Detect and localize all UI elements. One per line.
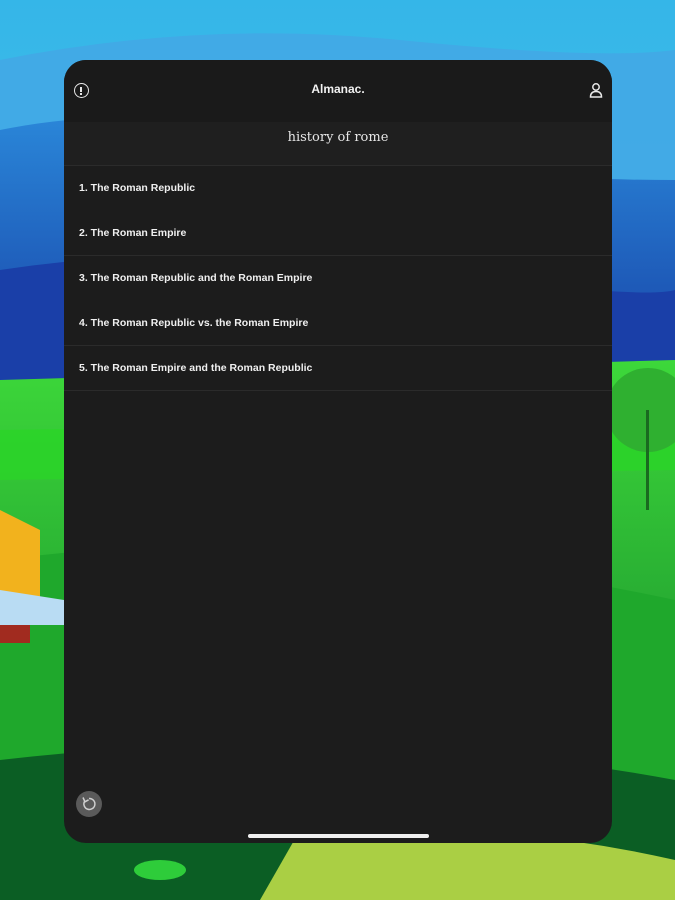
result-item[interactable]: 2. The Roman Empire xyxy=(64,211,612,256)
result-item[interactable]: 5. The Roman Empire and the Roman Republ… xyxy=(64,346,612,391)
home-indicator[interactable] xyxy=(248,834,429,838)
user-icon[interactable] xyxy=(589,82,603,98)
app-window: Almanac. history of rome 1. The Roman Re… xyxy=(64,60,612,843)
search-query: history of rome xyxy=(64,122,612,166)
results-list: 1. The Roman Republic 2. The Roman Empir… xyxy=(64,166,612,391)
result-item[interactable]: 3. The Roman Republic and the Roman Empi… xyxy=(64,256,612,301)
app-title: Almanac. xyxy=(311,82,365,96)
result-item[interactable]: 4. The Roman Republic vs. the Roman Empi… xyxy=(64,301,612,346)
result-item[interactable]: 1. The Roman Republic xyxy=(64,166,612,211)
app-header: Almanac. xyxy=(64,60,612,122)
refresh-icon[interactable] xyxy=(76,791,102,817)
refresh-glyph xyxy=(82,797,96,811)
